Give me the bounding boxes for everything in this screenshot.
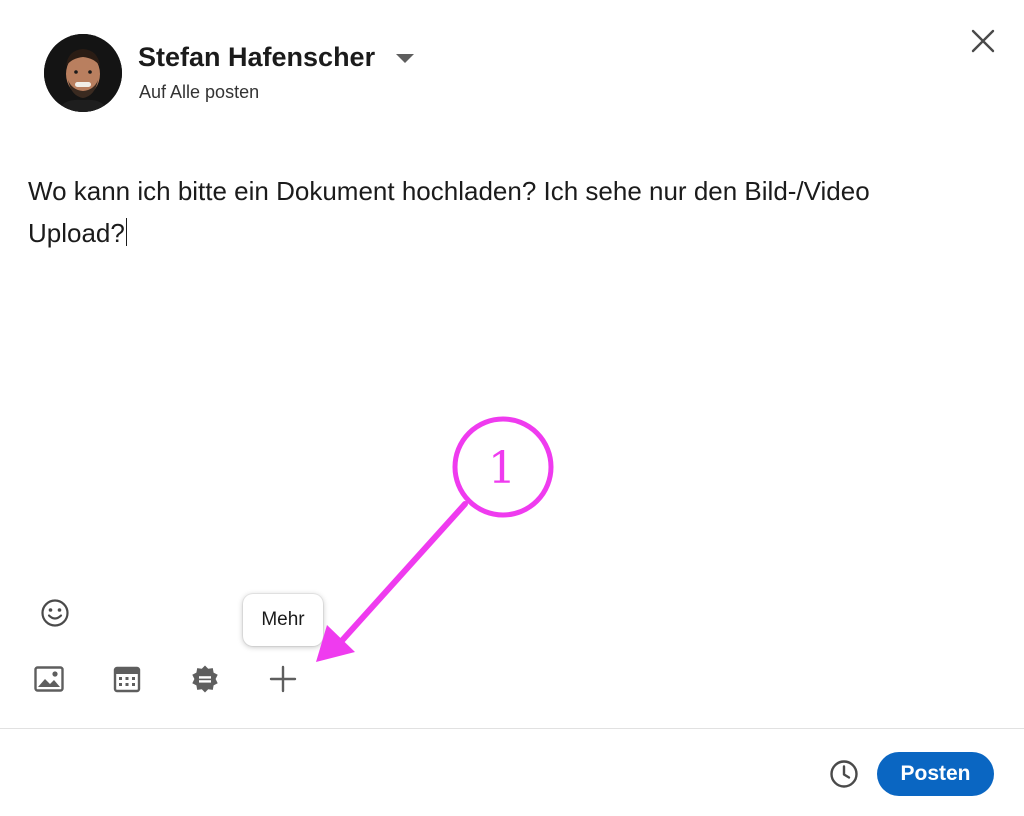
text-cursor bbox=[125, 218, 127, 246]
annotation-arrow-line bbox=[335, 501, 468, 648]
author-selector[interactable]: Stefan Hafenscher bbox=[138, 42, 416, 73]
schedule-post-button[interactable] bbox=[825, 755, 863, 793]
caret-down-icon bbox=[395, 53, 414, 63]
close-icon bbox=[971, 29, 995, 53]
post-button[interactable]: Posten bbox=[877, 752, 994, 796]
create-event-button[interactable] bbox=[107, 659, 147, 699]
annotation-overlay bbox=[316, 416, 554, 662]
badge-icon bbox=[192, 665, 218, 693]
post-composer-modal: Stefan Hafenscher Auf Alle posten Wo kan… bbox=[0, 0, 1024, 816]
more-button[interactable] bbox=[263, 659, 303, 699]
celebrate-button[interactable] bbox=[185, 659, 225, 699]
add-media-button[interactable] bbox=[29, 659, 69, 699]
plus-icon bbox=[269, 665, 297, 693]
footer-divider bbox=[0, 728, 1024, 729]
avatar[interactable] bbox=[44, 34, 122, 112]
annotation-number: 1 bbox=[488, 442, 516, 494]
audience-label: Auf Alle posten bbox=[139, 82, 260, 102]
calendar-icon bbox=[113, 666, 141, 693]
post-text-editor[interactable]: Wo kann ich bitte ein Dokument hochladen… bbox=[28, 170, 968, 370]
emoji-button[interactable] bbox=[36, 594, 74, 632]
more-tooltip: Mehr bbox=[243, 594, 323, 646]
image-icon bbox=[34, 666, 64, 692]
post-text: Wo kann ich bitte ein Dokument hochladen… bbox=[28, 176, 870, 248]
profile-photo bbox=[44, 34, 122, 112]
author-name: Stefan Hafenscher bbox=[138, 42, 376, 72]
smiley-icon bbox=[41, 599, 69, 627]
clock-icon bbox=[830, 760, 858, 788]
close-button[interactable] bbox=[964, 22, 1002, 60]
